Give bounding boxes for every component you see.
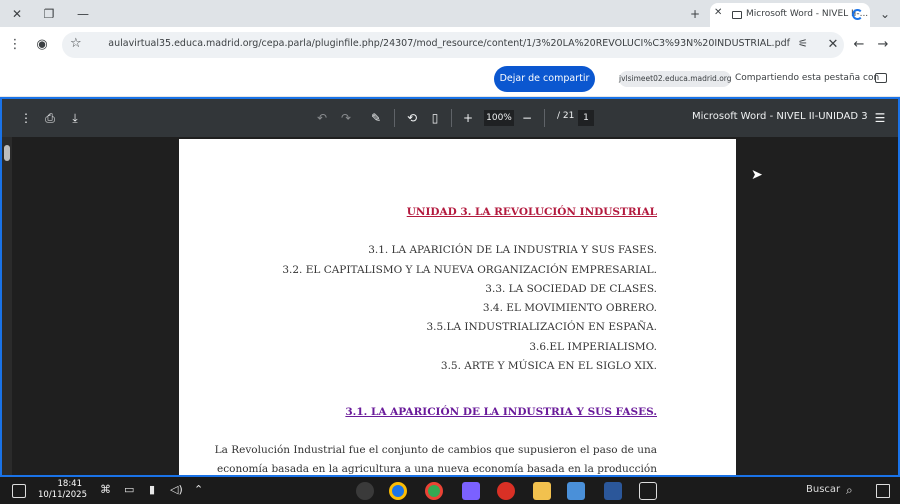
rotate-icon[interactable]: ⟲ — [404, 110, 420, 126]
tab-close-icon[interactable]: ✕ — [714, 7, 722, 18]
back-icon[interactable]: → — [874, 36, 892, 54]
toolbar-divider — [394, 109, 395, 127]
pdf-viewer: ⋮ ⎙ ⤓ ↶ ↷ ✎ ⟲ ▯ + 100% − / 21 1 Microsof… — [0, 97, 900, 477]
zoom-out-icon[interactable]: − — [519, 110, 535, 126]
calculator-icon[interactable] — [567, 482, 585, 500]
search-icon: ⌕ — [846, 483, 853, 497]
tab-search-icon[interactable]: ⌄ — [876, 5, 894, 23]
battery-icon[interactable]: ▮ — [149, 483, 155, 496]
tab-sharing-bar: Dejar de compartir jvlsimeet02.educa.mad… — [0, 63, 900, 97]
file-explorer-icon[interactable] — [533, 482, 551, 500]
zoom-level-field[interactable]: 100% — [484, 110, 514, 126]
maximize-icon[interactable]: ❐ — [40, 5, 58, 23]
browser-toolbar: ⋮ ◉ ☆ aulavirtual35.educa.madrid.org/cep… — [0, 27, 900, 63]
address-bar[interactable]: ☆ aulavirtual35.educa.madrid.org/cepa.pa… — [62, 32, 844, 58]
chevron-up-icon[interactable]: ⌃ — [194, 483, 203, 496]
start-icon[interactable] — [876, 484, 890, 498]
mouse-cursor-icon: ➤ — [751, 167, 763, 183]
taskbar: 18:41 10/11/2025 ⌘ ▭ ▮ ◁) ⌃ Buscar ⌕ — [0, 477, 900, 504]
toc-item: 3.5. ARTE Y MÚSICA EN EL SIGLO XIX. — [440, 360, 657, 372]
toolbar-divider — [451, 109, 452, 127]
paragraph-line: economía basada en la agricultura a una … — [217, 463, 657, 475]
task-view-icon[interactable] — [639, 482, 657, 500]
page-number-field[interactable]: 1 — [578, 110, 594, 126]
fit-page-icon[interactable]: ▯ — [427, 110, 443, 126]
scrollbar[interactable] — [2, 137, 12, 475]
scrollbar-thumb[interactable] — [4, 145, 10, 161]
unit-heading: UNIDAD 3. LA REVOLUCIÓN INDUSTRIAL — [406, 206, 657, 218]
redo-icon[interactable]: ↷ — [338, 110, 354, 126]
tab-strip: ✕ ❐ — + ✕ Microsoft Word - NIVEL II-... … — [0, 0, 900, 27]
zoom-in-icon[interactable]: + — [460, 110, 476, 126]
pdf-document-area[interactable]: UNIDAD 3. LA REVOLUCIÓN INDUSTRIAL 3.1. … — [2, 137, 898, 475]
toolbar-divider — [544, 109, 545, 127]
toc-item: 3.3. LA SOCIEDAD DE CLASES. — [485, 283, 657, 295]
tab-title: Microsoft Word - NIVEL II-... — [746, 9, 869, 19]
bookmark-star-icon[interactable]: ☆ — [70, 36, 82, 51]
paragraph-line: La Revolución Industrial fue el conjunto… — [214, 444, 657, 456]
network-icon[interactable]: ⌘ — [100, 483, 111, 496]
pdf-page: UNIDAD 3. LA REVOLUCIÓN INDUSTRIAL 3.1. … — [179, 139, 736, 475]
tab-sharing-icon — [732, 11, 742, 19]
pdf-toolbar: ⋮ ⎙ ⤓ ↶ ↷ ✎ ⟲ ▯ + 100% − / 21 1 Microsof… — [2, 99, 898, 137]
shared-host-chip[interactable]: jvlsimeet02.educa.madrid.org — [619, 71, 732, 87]
tab-microsoft-word[interactable]: ✕ Microsoft Word - NIVEL II-... — [710, 3, 870, 27]
app-icon[interactable] — [356, 482, 374, 500]
download-icon[interactable]: ⤓ — [67, 110, 83, 126]
chrome-alt-icon[interactable] — [425, 482, 443, 500]
taskbar-search[interactable]: Buscar ⌕ — [780, 482, 870, 500]
section-heading: 3.1. LA APARICIÓN DE LA INDUSTRIA Y SUS … — [345, 406, 657, 418]
search-label: Buscar — [806, 484, 841, 495]
display-icon[interactable]: ▭ — [124, 483, 134, 496]
site-info-icon[interactable]: ⚟ — [798, 37, 808, 50]
app-icon[interactable] — [497, 482, 515, 500]
document-title: Microsoft Word - NIVEL II-UNIDAD 3 — [692, 111, 868, 122]
reload-icon[interactable]: ✕ — [824, 36, 842, 54]
sharing-message: Compartiendo esta pestaña con — [735, 73, 880, 83]
sidebar-menu-icon[interactable]: ☰ — [872, 110, 888, 126]
clock-date: 10/11/2025 — [38, 490, 87, 500]
print-icon[interactable]: ⎙ — [42, 110, 58, 126]
tab-loading-icon — [852, 9, 863, 20]
profile-icon[interactable]: ◉ — [33, 36, 51, 54]
new-tab-icon[interactable]: + — [686, 5, 704, 23]
close-window-icon[interactable]: ✕ — [8, 5, 26, 23]
word-icon[interactable] — [604, 482, 622, 500]
draw-icon[interactable]: ✎ — [368, 110, 384, 126]
clock-time: 18:41 — [57, 479, 83, 489]
screen-share-icon — [875, 73, 887, 83]
page-total: / 21 — [557, 111, 575, 121]
toc-item: 3.4. EL MOVIMIENTO OBRERO. — [482, 302, 657, 314]
system-clock[interactable]: 18:41 10/11/2025 — [38, 479, 87, 501]
toc-item: 3.2. EL CAPITALISMO Y LA NUEVA ORGANIZAC… — [282, 264, 657, 276]
stop-sharing-button[interactable]: Dejar de compartir — [494, 66, 595, 92]
app-icon[interactable] — [462, 482, 480, 500]
toc-item: 3.6.EL IMPERIALISMO. — [529, 341, 657, 353]
toc-item: 3.1. LA APARICIÓN DE LA INDUSTRIA Y SUS … — [368, 244, 657, 256]
chrome-icon[interactable] — [389, 482, 407, 500]
url-text[interactable]: aulavirtual35.educa.madrid.org/cepa.parl… — [108, 38, 790, 49]
toc-item: 3.5.LA INDUSTRIALIZACIÓN EN ESPAÑA. — [426, 321, 657, 333]
volume-icon[interactable]: ◁) — [170, 483, 183, 496]
menu-icon[interactable]: ⋮ — [6, 36, 24, 54]
undo-icon[interactable]: ↶ — [314, 110, 330, 126]
forward-icon[interactable]: ← — [850, 36, 868, 54]
notification-icon[interactable] — [12, 484, 26, 498]
more-actions-icon[interactable]: ⋮ — [18, 110, 34, 126]
minimize-icon[interactable]: — — [74, 5, 92, 23]
